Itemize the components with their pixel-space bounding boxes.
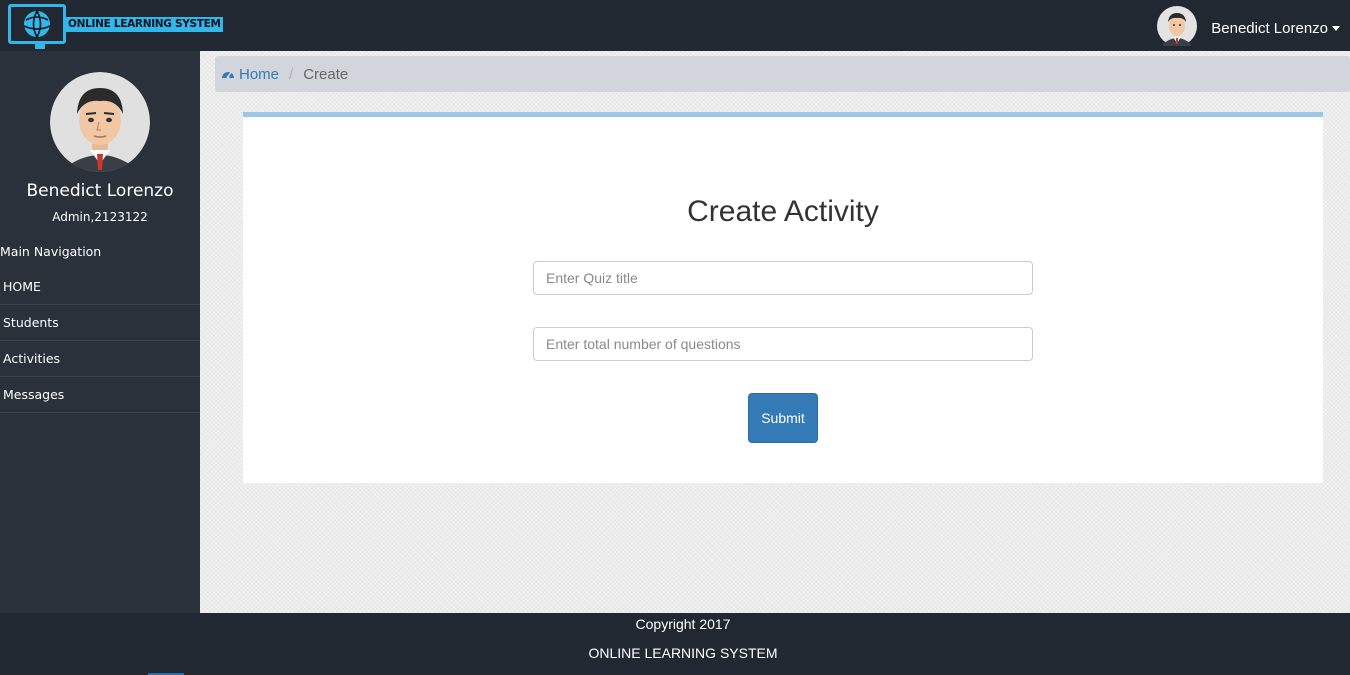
caret-down-icon[interactable] <box>1332 26 1340 31</box>
user-menu[interactable]: Benedict Lorenzo <box>1157 6 1340 51</box>
breadcrumb-current: Create <box>303 65 349 83</box>
sidebar-item-activities[interactable]: Activities <box>0 341 200 377</box>
breadcrumb-separator: / <box>289 65 294 83</box>
breadcrumb-home-label[interactable]: Home <box>239 66 279 83</box>
sidebar-item-messages[interactable]: Messages <box>0 377 200 413</box>
sidebar-user-name: Benedict Lorenzo <box>26 181 174 201</box>
sidebar-avatar <box>50 72 150 172</box>
male-avatar-icon <box>1157 6 1198 46</box>
footer-copyright: Copyright 2017 <box>635 616 731 632</box>
sidebar-user-role: Admin,2123122 <box>52 210 148 224</box>
user-avatar <box>1157 6 1198 51</box>
main-navigation: HOME Students Activities Messages <box>0 269 200 413</box>
sidebar: Benedict Lorenzo Admin,2123122 Main Navi… <box>0 51 200 613</box>
footer-app-name: ONLINE LEARNING SYSTEM <box>588 645 778 661</box>
main-navigation-header: Main Navigation <box>0 244 102 259</box>
top-navbar: ONLINE LEARNING SYSTEM Benedict Lorenzo <box>0 0 1350 51</box>
page-title: Create Activity <box>687 195 879 228</box>
sidebar-item-students[interactable]: Students <box>0 305 200 341</box>
breadcrumb: Home / Create <box>215 56 1350 92</box>
main-content: Home / Create Create Activity Submit <box>200 51 1350 613</box>
dashboard-icon <box>222 71 234 79</box>
footer: Copyright 2017 ONLINE LEARNING SYSTEM <box>0 613 1350 675</box>
user-name[interactable]: Benedict Lorenzo <box>1211 20 1328 37</box>
quiz-title-input[interactable] <box>533 261 1033 295</box>
male-avatar-icon <box>50 72 150 172</box>
create-activity-card: Create Activity Submit <box>243 112 1323 483</box>
question-count-input[interactable] <box>533 327 1033 361</box>
breadcrumb-home-link[interactable]: Home <box>221 66 279 83</box>
sidebar-item-home[interactable]: HOME <box>0 269 200 305</box>
app-logo[interactable]: ONLINE LEARNING SYSTEM <box>8 4 223 49</box>
app-logo-text: ONLINE LEARNING SYSTEM <box>66 16 223 32</box>
monitor-globe-icon <box>8 4 66 49</box>
submit-button[interactable]: Submit <box>748 393 818 443</box>
